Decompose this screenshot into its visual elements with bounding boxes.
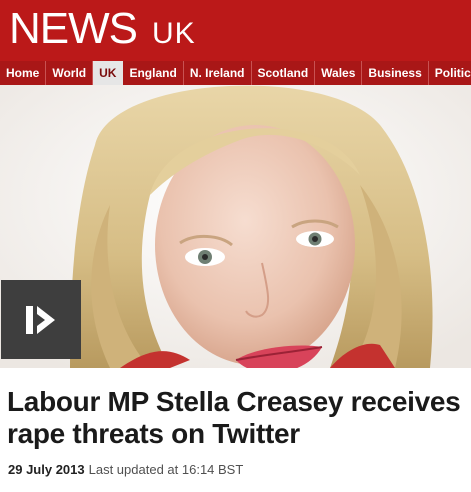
masthead: NEWS UK [0, 0, 471, 61]
nav-item-n-ireland[interactable]: N. Ireland [184, 61, 252, 85]
nav-item-home[interactable]: Home [0, 61, 47, 85]
section-nav: Home World UK England N. Ireland Scotlan… [0, 61, 471, 85]
nav-item-wales[interactable]: Wales [315, 61, 363, 85]
nav-item-world[interactable]: World [46, 61, 94, 85]
nav-item-politics[interactable]: Politics [429, 61, 471, 85]
last-updated: Last updated at 16:14 BST [88, 462, 244, 477]
nav-item-england[interactable]: England [123, 61, 184, 85]
nav-item-business[interactable]: Business [362, 61, 429, 85]
article-date: 29 July 2013 [8, 462, 85, 477]
region-label[interactable]: UK [152, 16, 196, 52]
hero-image[interactable] [0, 85, 471, 368]
news-logo[interactable]: NEWS [9, 4, 138, 54]
video-play-button[interactable] [1, 280, 81, 359]
nav-item-scotland[interactable]: Scotland [252, 61, 316, 85]
nav-item-uk[interactable]: UK [93, 61, 124, 85]
article-headline: Labour MP Stella Creasey receives rape t… [7, 386, 461, 449]
article-timestamp: 29 July 2013 Last updated at 16:14 BST [8, 462, 243, 477]
video-play-icon [26, 305, 55, 334]
